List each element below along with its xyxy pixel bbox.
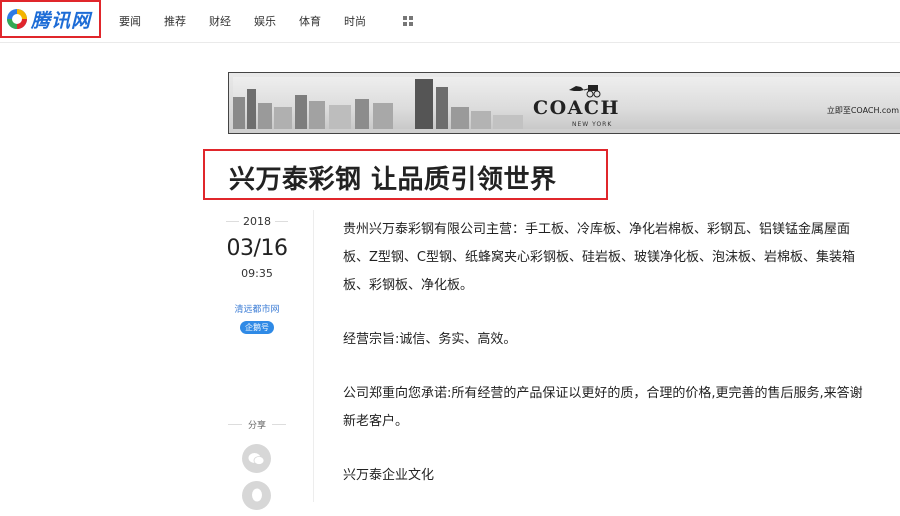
logo-text: 腾讯网 xyxy=(31,9,92,32)
article-paragraph: 公司郑重向您承诺:所有经营的产品保证以更好的质，合理的价格,更完善的售后服务,来… xyxy=(343,386,863,429)
source-link[interactable]: 清远都市网 xyxy=(222,302,292,315)
carriage-logo-icon xyxy=(569,85,601,98)
site-logo[interactable]: 腾讯网 xyxy=(0,0,101,38)
article-title-box: 兴万泰彩钢 让品质引领世界 xyxy=(203,149,608,200)
ad-banner[interactable]: COACH NEW YORK 立即至COACH.com xyxy=(228,72,900,134)
logo-icon xyxy=(7,9,27,29)
top-nav-bar: 腾讯网 要闻 推荐 财经 娱乐 体育 时尚 xyxy=(0,0,900,43)
divider-line xyxy=(226,221,239,222)
wechat-icon xyxy=(248,452,265,465)
divider-line xyxy=(272,424,287,425)
publish-year: 2018 xyxy=(243,215,271,228)
ad-brand-name: COACH xyxy=(533,97,620,119)
article-paragraph: 兴万泰企业文化 xyxy=(343,468,435,483)
article-meta: 2018 03/16 09:35 清远都市网 企鹅号 xyxy=(222,215,292,334)
article-body: 贵州兴万泰彩钢有限公司主营：手工板、冷库板、净化岩棉板、彩钢瓦、铝镁锰金属屋面板… xyxy=(343,216,868,516)
nav-item-news[interactable]: 要闻 xyxy=(119,13,141,29)
divider-line xyxy=(228,424,242,425)
wechat-share-button[interactable] xyxy=(242,444,271,473)
penguin-account-badge[interactable]: 企鹅号 xyxy=(240,321,274,334)
nav-item-fashion[interactable]: 时尚 xyxy=(344,13,366,29)
main-nav: 要闻 推荐 财经 娱乐 体育 时尚 xyxy=(119,0,413,42)
article-paragraph: 贵州兴万泰彩钢有限公司主营：手工板、冷库板、净化岩棉板、彩钢瓦、铝镁锰金属屋面板… xyxy=(343,222,855,293)
share-row: 分享 xyxy=(222,418,292,431)
publish-date: 03/16 xyxy=(226,236,288,261)
share-label: 分享 xyxy=(248,421,267,431)
column-divider xyxy=(313,210,314,502)
nav-item-finance[interactable]: 财经 xyxy=(209,13,231,29)
nav-item-sports[interactable]: 体育 xyxy=(299,13,321,29)
qq-share-button[interactable] xyxy=(242,481,271,510)
article-title: 兴万泰彩钢 让品质引领世界 xyxy=(229,165,557,195)
divider-line xyxy=(275,221,288,222)
nav-item-recommend[interactable]: 推荐 xyxy=(164,13,186,29)
ad-background: COACH NEW YORK 立即至COACH.com xyxy=(233,77,900,129)
publish-year-row: 2018 xyxy=(222,215,292,228)
qq-icon xyxy=(251,488,262,501)
ad-cta-link[interactable]: 立即至COACH.com xyxy=(827,105,899,116)
nav-item-entertainment[interactable]: 娱乐 xyxy=(254,13,276,29)
article-paragraph: 经营宗旨:诚信、务实、高效。 xyxy=(343,332,517,347)
publish-time: 09:35 xyxy=(241,267,273,280)
ad-brand-subtitle: NEW YORK xyxy=(572,121,613,128)
grid-icon[interactable] xyxy=(403,16,413,26)
city-skyline-image xyxy=(233,79,523,129)
